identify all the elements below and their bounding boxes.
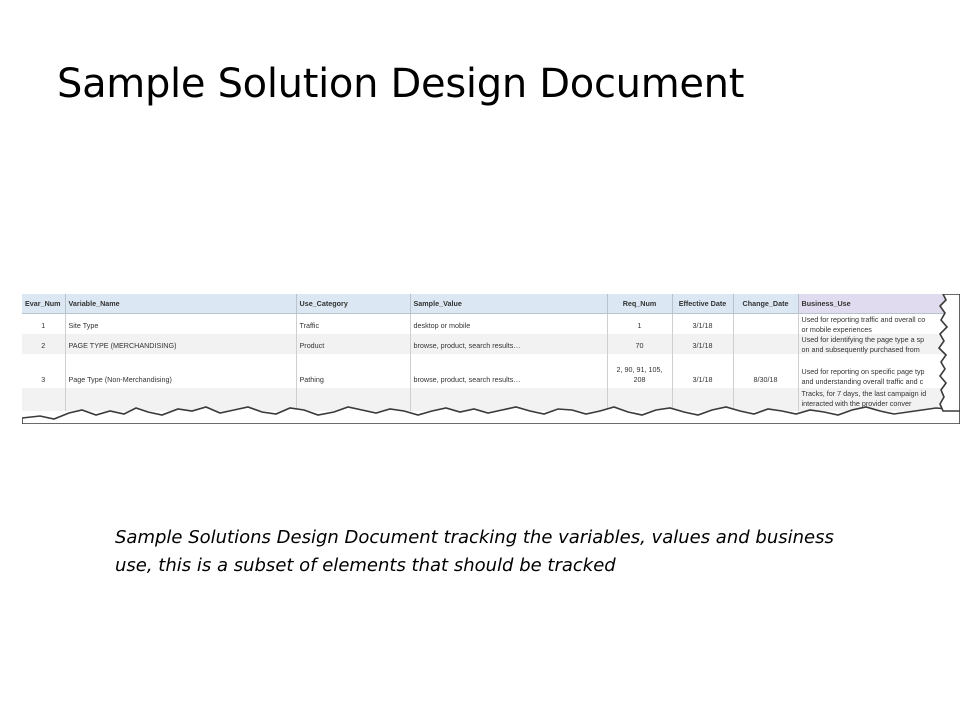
- cell-business-use: Used for reporting on specific page typ …: [798, 354, 960, 388]
- header-variable-name: Variable_Name: [65, 294, 297, 314]
- cell-variable-name: [65, 388, 297, 411]
- table-row: Tracks, for 7 days, the last campaign id…: [22, 388, 960, 411]
- cell-req-num: [607, 388, 673, 411]
- cell-change-date: [733, 388, 799, 411]
- cell-effective-date: 3/1/18: [672, 354, 734, 388]
- cell-business-use: Used for identifying the page type a sp …: [798, 334, 960, 354]
- cell-use-category: Pathing: [296, 354, 411, 388]
- cell-req-num: 2, 90, 91, 105, 208: [607, 354, 673, 388]
- slide-caption: Sample Solutions Design Document trackin…: [115, 527, 834, 576]
- cell-use-category: Traffic: [296, 313, 411, 334]
- header-business-use: Business_Use: [798, 294, 960, 314]
- business-use-line: Used for reporting traffic and overall c…: [801, 315, 926, 324]
- cell-variable-name: PAGE TYPE (MERCHANDISING): [65, 334, 297, 354]
- cell-business-use: Used for reporting traffic and overall c…: [798, 313, 960, 334]
- cell-req-num: 1: [607, 313, 673, 334]
- cell-change-date: [733, 334, 799, 354]
- cell-business-use: Tracks, for 7 days, the last campaign id…: [798, 388, 960, 411]
- cell-evar-num: 2: [22, 334, 66, 354]
- cell-variable-name: Site Type: [65, 313, 297, 334]
- cell-sample-value: [410, 388, 608, 411]
- business-use-line: Used for identifying the page type a sp: [801, 335, 925, 344]
- header-req-num: Req_Num: [607, 294, 673, 314]
- header-row: Evar_Num Variable_Name Use_Category Samp…: [22, 294, 960, 314]
- cell-effective-date: 3/1/18: [672, 313, 734, 334]
- business-use-line: Used for reporting on specific page typ: [801, 367, 925, 376]
- header-use-category: Use_Category: [296, 294, 411, 314]
- cell-use-category: [296, 388, 411, 411]
- sdd-table: Evar_Num Variable_Name Use_Category Samp…: [22, 294, 960, 411]
- table-row: 1 Site Type Traffic desktop or mobile 1 …: [22, 313, 960, 334]
- header-sample-value: Sample_Value: [410, 294, 608, 314]
- slide-title: Sample Solution Design Document: [57, 61, 745, 107]
- header-change-date: Change_Date: [733, 294, 799, 314]
- cell-variable-name: Page Type (Non-Merchandising): [65, 354, 297, 388]
- cell-change-date: [733, 313, 799, 334]
- cell-sample-value: browse, product, search results…: [410, 354, 608, 388]
- cell-effective-date: 3/1/18: [672, 334, 734, 354]
- business-use-line: or mobile experiences: [801, 324, 872, 334]
- cell-sample-value: desktop or mobile: [410, 313, 608, 334]
- business-use-line: interacted with the provider conver: [801, 398, 912, 408]
- cell-change-date: 8/30/18: [733, 354, 799, 388]
- cell-evar-num: 1: [22, 313, 66, 334]
- spreadsheet-excerpt: Evar_Num Variable_Name Use_Category Samp…: [22, 294, 960, 424]
- business-use-line: Tracks, for 7 days, the last campaign id: [801, 389, 927, 398]
- cell-sample-value: browse, product, search results…: [410, 334, 608, 354]
- cell-use-category: Product: [296, 334, 411, 354]
- business-use-line: on and subsequently purchased from: [801, 344, 920, 354]
- header-evar-num: Evar_Num: [22, 294, 66, 314]
- table-row: 2 PAGE TYPE (MERCHANDISING) Product brow…: [22, 334, 960, 354]
- cell-req-num: 70: [607, 334, 673, 354]
- table-row: 3 Page Type (Non-Merchandising) Pathing …: [22, 354, 960, 388]
- cell-effective-date: [672, 388, 734, 411]
- cell-evar-num: 3: [22, 354, 66, 388]
- header-effective-date: Effective Date: [672, 294, 734, 314]
- business-use-line: and understanding overall traffic and c: [801, 376, 924, 386]
- cell-evar-num: [22, 388, 66, 411]
